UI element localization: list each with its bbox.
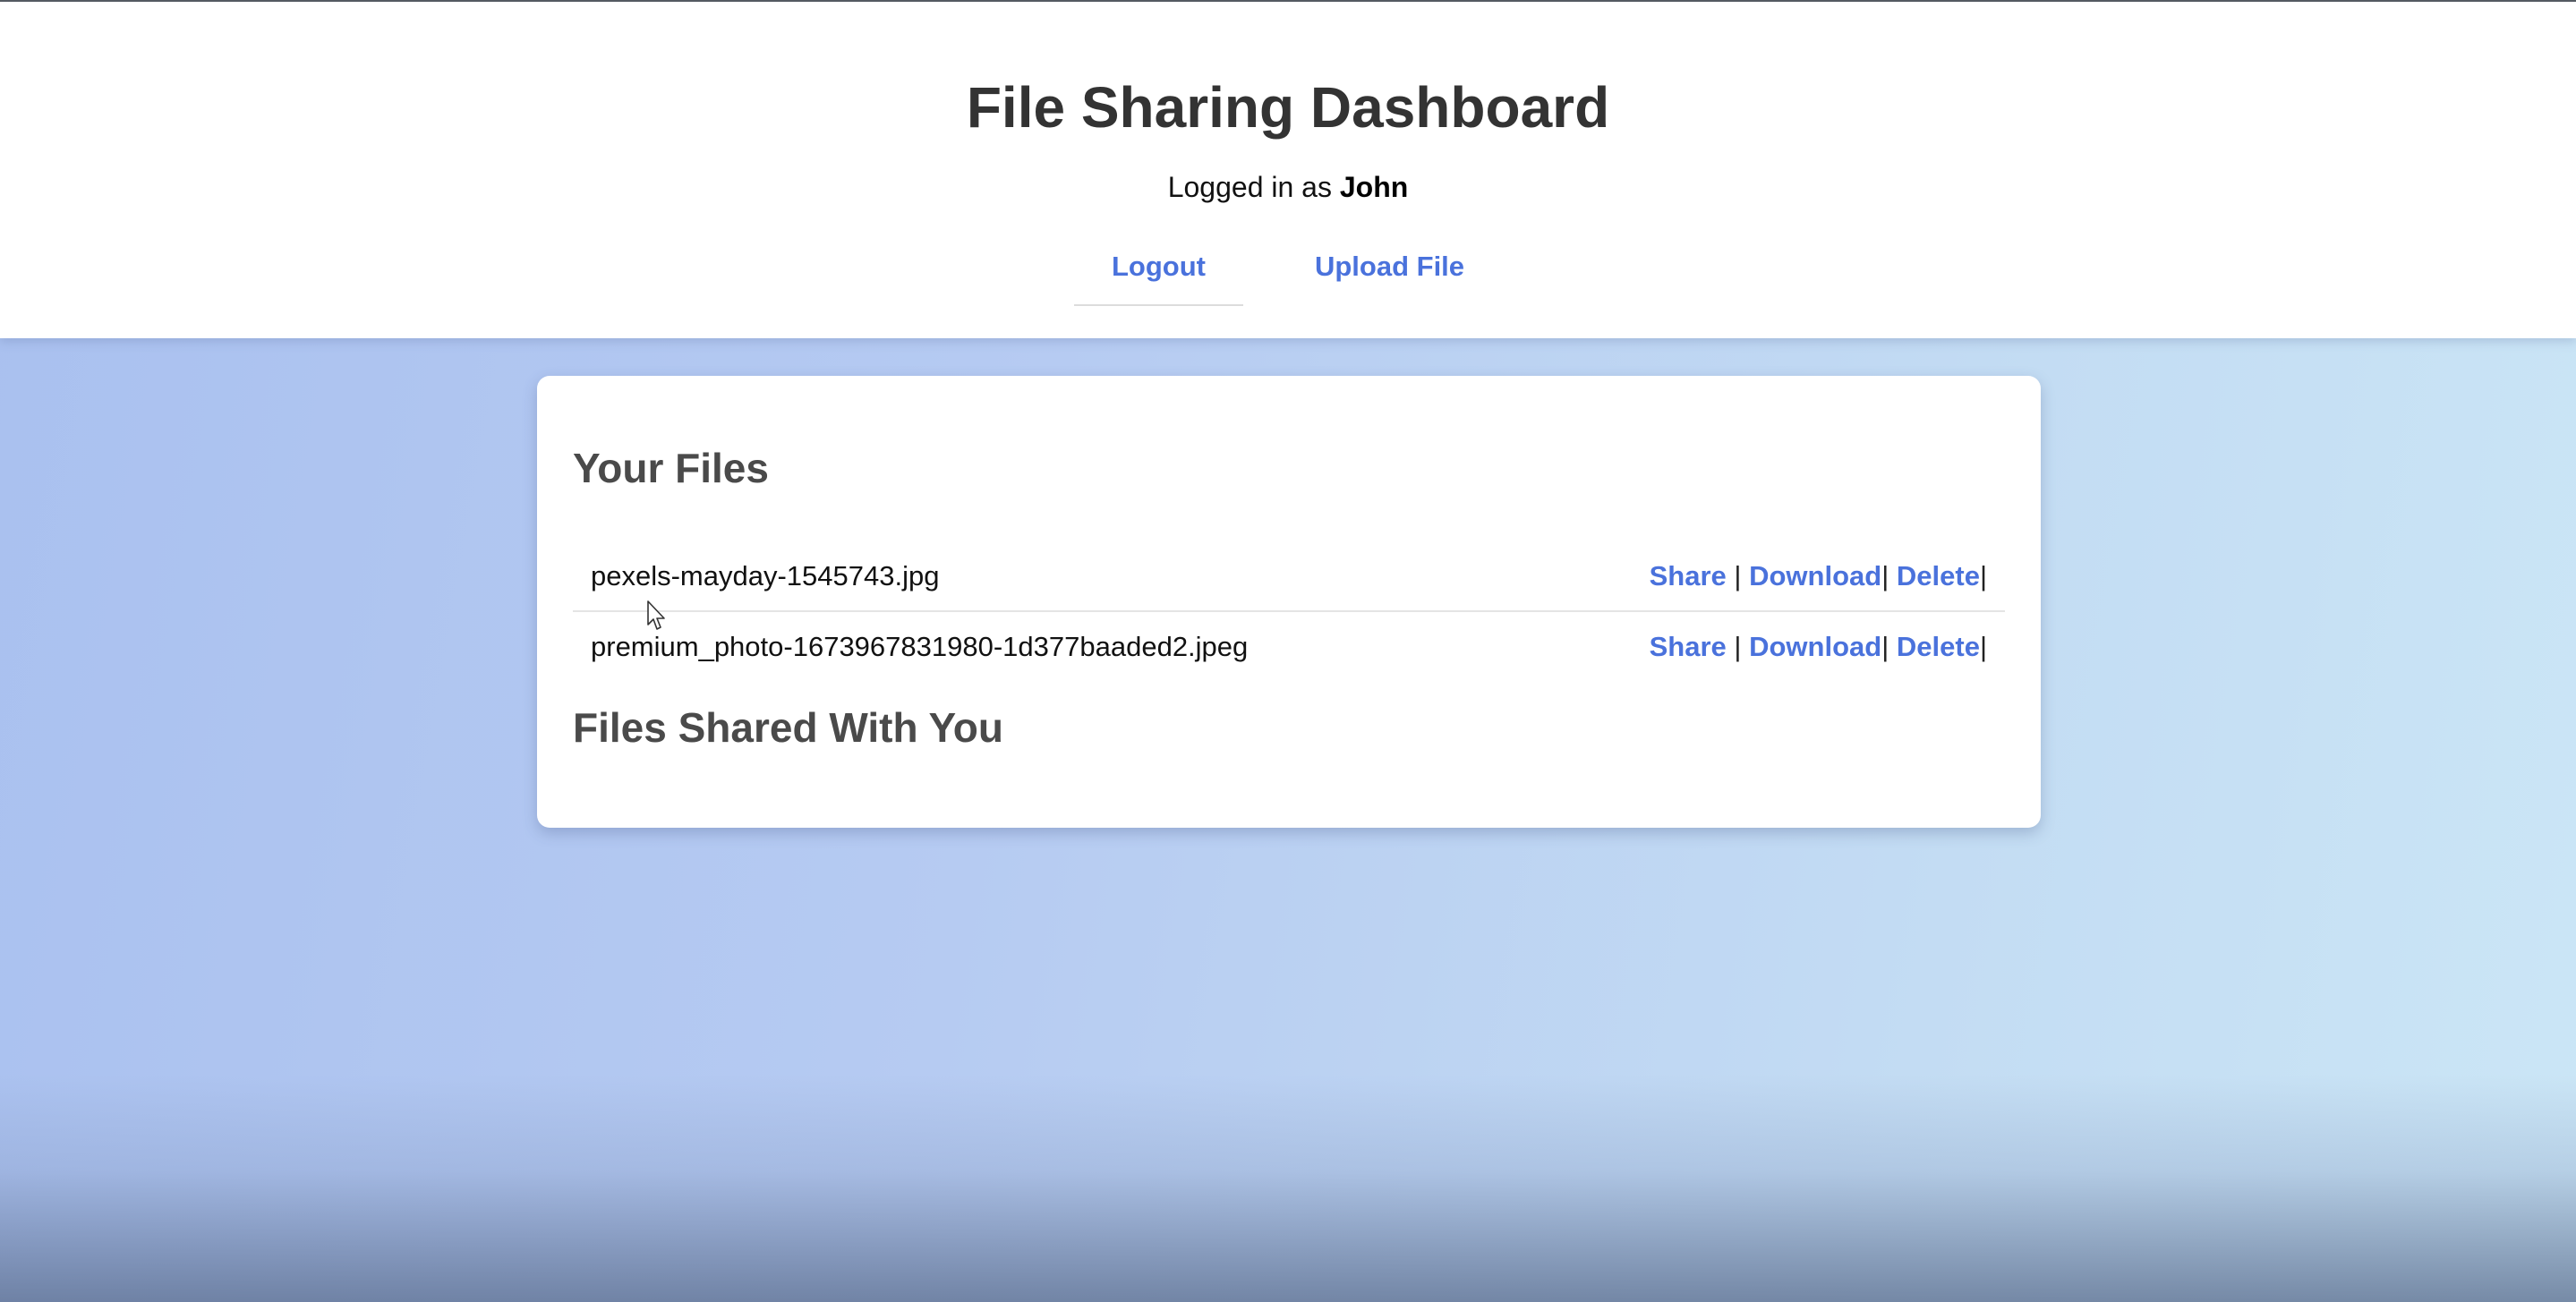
share-link[interactable]: Share	[1650, 631, 1727, 662]
share-link[interactable]: Share	[1650, 560, 1727, 591]
mouse-pointer-icon	[647, 600, 665, 630]
separator: |	[1734, 560, 1742, 591]
your-files-list: pexels-mayday-1545743.jpg Share | Downlo…	[573, 542, 2005, 682]
download-link[interactable]: Download	[1749, 631, 1881, 662]
files-card: Your Files pexels-mayday-1545743.jpg Sha…	[537, 376, 2041, 828]
header-nav: Logout Upload File	[0, 242, 2576, 306]
upload-file-link[interactable]: Upload File	[1277, 242, 1502, 306]
logged-in-status: Logged in as John	[0, 170, 2576, 204]
separator: |	[1979, 631, 1987, 662]
delete-link[interactable]: Delete	[1897, 631, 1980, 662]
username: John	[1339, 171, 1409, 203]
delete-link[interactable]: Delete	[1897, 560, 1980, 591]
separator: |	[1881, 631, 1889, 662]
background-gradient	[0, 864, 2576, 1302]
page-header: File Sharing Dashboard Logged in as John…	[0, 2, 2576, 338]
download-link[interactable]: Download	[1749, 560, 1881, 591]
file-name: pexels-mayday-1545743.jpg	[591, 560, 940, 591]
page-title: File Sharing Dashboard	[966, 75, 1610, 140]
your-files-heading: Your Files	[573, 445, 769, 491]
file-actions: Share | Download| Delete|	[1650, 631, 1987, 663]
file-actions: Share | Download| Delete|	[1650, 560, 1987, 592]
separator: |	[1979, 560, 1987, 591]
logout-link[interactable]: Logout	[1073, 242, 1243, 306]
logged-in-prefix: Logged in as	[1167, 171, 1332, 203]
shared-files-heading: Files Shared With You	[573, 704, 1003, 751]
file-row: pexels-mayday-1545743.jpg Share | Downlo…	[573, 542, 2005, 612]
separator: |	[1734, 631, 1742, 662]
file-name: premium_photo-1673967831980-1d377baaded2…	[591, 631, 1249, 662]
separator: |	[1881, 560, 1889, 591]
file-row: premium_photo-1673967831980-1d377baaded2…	[573, 612, 2005, 682]
